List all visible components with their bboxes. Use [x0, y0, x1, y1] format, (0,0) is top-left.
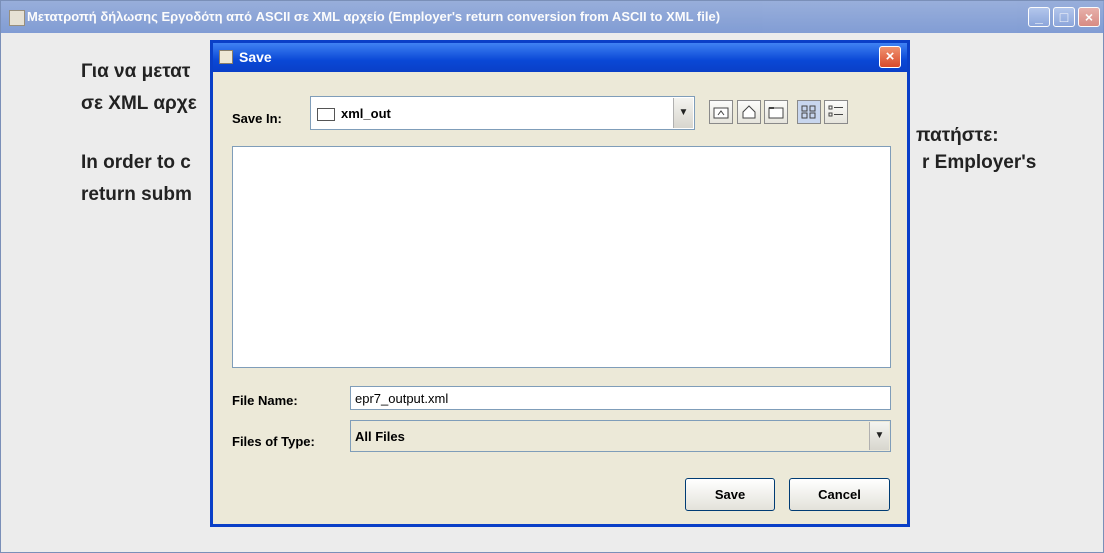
java-cup-icon [219, 50, 233, 64]
main-close-button[interactable]: × [1078, 7, 1100, 27]
details-view-icon [828, 105, 843, 117]
files-of-type-value: All Files [355, 429, 405, 444]
chevron-down-icon: ▼ [678, 107, 689, 118]
home-icon [742, 105, 756, 119]
maximize-button[interactable]: □ [1053, 7, 1075, 27]
save-in-dropdown[interactable]: xml_out ▼ [310, 96, 695, 130]
close-icon: × [1084, 9, 1094, 25]
save-button[interactable]: Save [685, 478, 775, 511]
files-of-type-dropdown-arrow[interactable]: ▼ [869, 422, 889, 450]
maximize-icon: □ [1059, 9, 1069, 25]
minimize-icon: _ [1035, 9, 1043, 25]
english-instruction-line-2: return subm [81, 184, 192, 205]
english-instruction-line-1: In order to c [81, 152, 191, 173]
main-window-title: Μετατροπή δήλωσης Εργοδότη από ASCII σε … [27, 9, 721, 24]
chevron-down-icon: ▼ [874, 430, 885, 441]
files-of-type-dropdown[interactable]: All Files ▼ [350, 420, 891, 452]
english-instruction-line-1-tail: r Employer's [922, 152, 1037, 173]
file-name-field[interactable] [350, 386, 891, 410]
save-in-dropdown-arrow[interactable]: ▼ [673, 98, 693, 128]
dialog-close-button[interactable]: × [879, 46, 901, 68]
save-in-value: xml_out [341, 106, 391, 121]
file-list-pane[interactable] [232, 146, 891, 368]
greek-instruction-line-1: Για να μετατ [81, 61, 191, 82]
home-button[interactable] [737, 100, 761, 124]
save-in-label: Save In: [232, 111, 282, 126]
dialog-title-bar[interactable]: Save × [213, 43, 907, 72]
dialog-title: Save [239, 49, 272, 65]
folder-icon [317, 108, 335, 121]
new-folder-icon [768, 107, 784, 119]
files-of-type-label: Files of Type: [232, 434, 315, 449]
java-app-icon [9, 10, 25, 26]
greek-instruction-line-2-tail: πατήστε: [916, 125, 999, 146]
greek-instruction-line-2: σε XML αρχε [81, 93, 197, 114]
list-view-button[interactable] [797, 100, 821, 124]
up-one-level-button[interactable] [709, 100, 733, 124]
cancel-button[interactable]: Cancel [789, 478, 890, 511]
main-title-bar[interactable]: Μετατροπή δήλωσης Εργοδότη από ASCII σε … [1, 1, 1104, 33]
minimize-button[interactable]: _ [1028, 7, 1050, 27]
new-folder-button[interactable] [764, 100, 788, 124]
details-view-button[interactable] [824, 100, 848, 124]
list-view-icon [801, 105, 816, 119]
up-folder-icon [713, 107, 729, 119]
close-icon: × [885, 48, 895, 65]
file-name-label: File Name: [232, 393, 298, 408]
save-dialog: Save × Save In: xml_out ▼ File Name: Fil… [210, 40, 910, 527]
